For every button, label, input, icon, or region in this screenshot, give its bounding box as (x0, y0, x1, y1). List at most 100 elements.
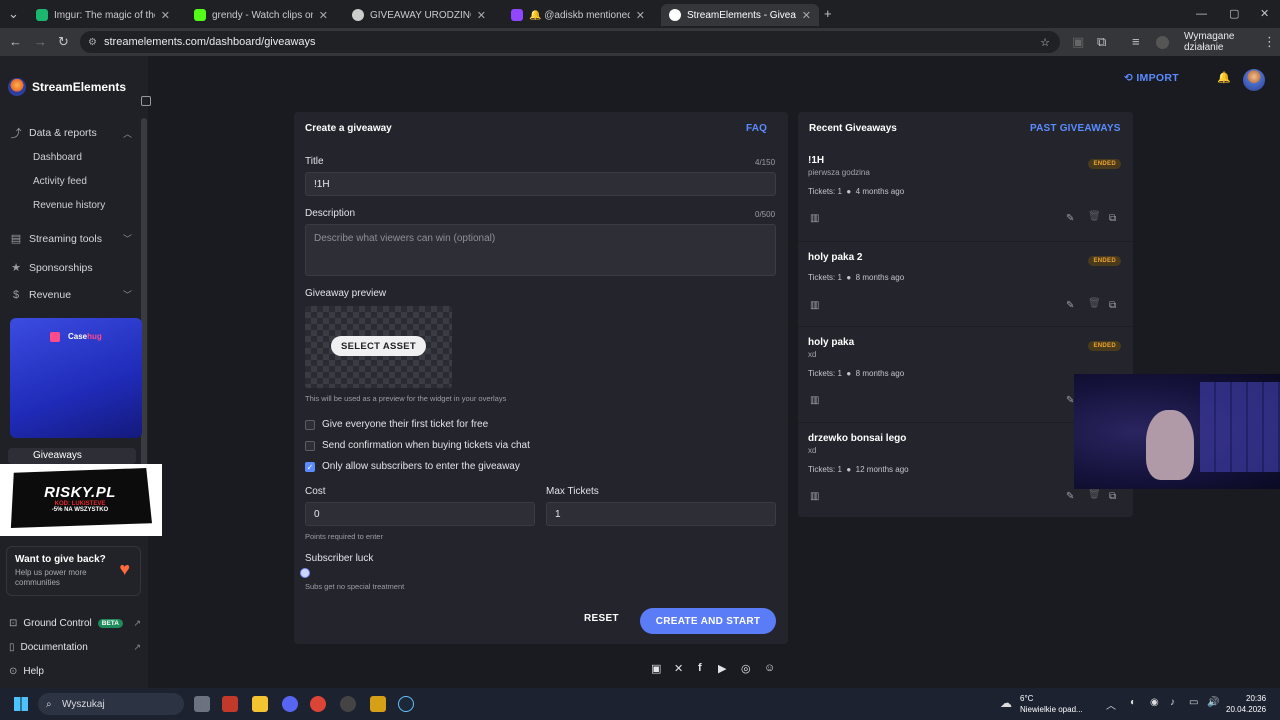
checkbox-unchecked-icon (305, 419, 315, 430)
close-icon[interactable]: ✕ (802, 9, 811, 22)
sidebar-item-revenue-history[interactable]: Revenue history (33, 200, 105, 211)
task-view-icon[interactable] (194, 696, 210, 712)
duplicate-icon[interactable]: ⧉ (1109, 300, 1116, 311)
discord-icon[interactable]: ☺ (764, 662, 775, 674)
faq-link[interactable]: FAQ (746, 123, 767, 134)
trash-icon[interactable]: 🗑 (1088, 211, 1101, 222)
reload-icon[interactable]: ↻ (58, 34, 69, 50)
stats-chart-icon[interactable]: ▥ (810, 300, 819, 311)
avatar[interactable] (1243, 69, 1265, 91)
taskbar-clock[interactable]: 20:36 20.04.2026 (1226, 693, 1266, 715)
reading-list-icon[interactable]: ≡ (1132, 34, 1140, 50)
list-item: holy paka 2 ENDED Tickets: 1 ● 8 months … (798, 241, 1133, 327)
forward-icon[interactable]: → (34, 34, 47, 50)
close-icon[interactable]: ✕ (477, 9, 486, 22)
twitch-icon[interactable]: ▣ (651, 662, 661, 675)
close-icon[interactable]: ✕ (319, 9, 328, 22)
sidebar-item-documentation[interactable]: ▯ Documentation ↗ (9, 642, 141, 653)
cost-input[interactable]: 0 (305, 502, 535, 526)
windows-start-icon[interactable] (14, 697, 28, 711)
sidebar-item-ground-control[interactable]: ⊡ Ground Control BETA ↗ (9, 618, 141, 629)
instagram-icon[interactable]: ◎ (741, 662, 751, 675)
steam-tray-icon[interactable]: ◉ (1150, 697, 1159, 708)
sidebar-item-giveaways[interactable]: Giveaways (8, 448, 136, 464)
brand-logo[interactable]: StreamElements (8, 78, 126, 96)
sidebar-item-sponsorships[interactable]: ★ Sponsorships (10, 261, 132, 275)
free-first-ticket-checkbox[interactable]: Give everyone their first ticket for fre… (305, 419, 488, 430)
new-tab-button[interactable]: + (824, 6, 832, 22)
tab-twitch-mention[interactable]: 🔔 @adiskb mentioned you ✕ (503, 4, 653, 26)
weather-widget[interactable]: 6°C Niewielkie opad... (1020, 693, 1083, 715)
stats-chart-icon[interactable]: ▥ (810, 213, 819, 224)
app-icon[interactable] (222, 696, 238, 712)
network-icon[interactable]: ▭ (1189, 697, 1198, 708)
sidebar-item-help[interactable]: ⊙ Help (9, 666, 141, 677)
window-close-icon[interactable]: ✕ (1260, 6, 1269, 22)
stats-chart-icon[interactable]: ▥ (810, 491, 819, 502)
sidebar-item-streaming-tools[interactable]: ▤ Streaming tools ﹀ (10, 232, 132, 246)
sidebar-item-dashboard[interactable]: Dashboard (33, 152, 82, 163)
close-icon[interactable]: ✕ (636, 9, 645, 22)
tab-imgur[interactable]: Imgur: The magic of the Interne ✕ (28, 4, 178, 26)
max-tickets-input[interactable]: 1 (546, 502, 776, 526)
maximize-icon[interactable]: ▢ (1229, 6, 1239, 22)
taskbar-search[interactable]: ⌕ Wyszukaj (38, 693, 184, 715)
notification-bell-icon[interactable]: 🔔 (1217, 71, 1231, 84)
select-asset-button[interactable]: SELECT ASSET (331, 336, 426, 356)
sidebar-collapse-icon[interactable] (141, 96, 151, 106)
mic-icon[interactable]: ♪ (1170, 697, 1175, 708)
address-bar[interactable]: ⚙ streamelements.com/dashboard/giveaways… (80, 31, 1060, 53)
sidebar-item-data-reports[interactable]: ⤴ Data & reports ︿ (10, 125, 133, 141)
past-giveaways-link[interactable]: PAST GIVEAWAYS (1030, 123, 1121, 134)
tab-kick[interactable]: grendy - Watch clips on Kick ✕ (186, 4, 336, 26)
preview-hint: This will be used as a preview for the w… (305, 394, 507, 403)
tab-giveaway-urodzinowy[interactable]: GIVEAWAY URODZINOWY ✕ (344, 4, 494, 26)
steam-icon[interactable] (398, 696, 414, 712)
duplicate-icon[interactable]: ⧉ (1109, 213, 1116, 224)
subscriber-luck-slider[interactable] (300, 568, 310, 578)
edit-pencil-icon[interactable]: ✎ (1066, 213, 1074, 224)
give-back-card[interactable]: Want to give back? Help us power more co… (6, 546, 141, 596)
reset-button[interactable]: RESET (584, 613, 619, 624)
description-label: Description (305, 208, 356, 219)
site-info-icon[interactable]: ⚙ (88, 37, 97, 48)
description-textarea[interactable]: Describe what viewers can win (optional) (305, 224, 776, 276)
x-twitter-icon[interactable]: ✕ (674, 662, 683, 675)
tray-chevron-icon[interactable]: ︿ (1106, 697, 1116, 712)
close-icon[interactable]: ✕ (161, 9, 170, 22)
os-taskbar: ⌕ Wyszukaj ☁ 6°C Niewielkie opad... ︿ ◐ … (0, 688, 1280, 720)
import-button[interactable]: ⟲ IMPORT (1124, 72, 1179, 84)
chat-confirmation-checkbox[interactable]: Send confirmation when buying tickets vi… (305, 440, 530, 451)
extension-icon[interactable]: ▣ (1072, 34, 1084, 50)
facebook-icon[interactable]: f (698, 662, 702, 674)
tray-app-icon[interactable]: ◐ (1130, 697, 1136, 708)
minimize-icon[interactable]: — (1196, 6, 1207, 22)
edit-pencil-icon[interactable]: ✎ (1066, 300, 1074, 311)
extensions-puzzle-icon[interactable]: ⧉ (1097, 34, 1106, 50)
title-input[interactable]: !1H (305, 172, 776, 196)
casehug-promo-banner[interactable]: Casehug (10, 318, 142, 438)
obs-icon[interactable] (340, 696, 356, 712)
edit-pencil-icon[interactable]: ✎ (1066, 491, 1074, 502)
duplicate-icon[interactable]: ⧉ (1109, 491, 1116, 502)
file-explorer-icon[interactable] (252, 696, 268, 712)
bookmark-star-icon[interactable]: ☆ (1040, 36, 1050, 49)
app-icon[interactable] (370, 696, 386, 712)
discord-taskbar-icon[interactable] (282, 696, 298, 712)
youtube-icon[interactable]: ▶ (718, 662, 726, 675)
trash-icon[interactable]: 🗑 (1088, 298, 1101, 309)
stats-chart-icon[interactable]: ▥ (810, 395, 819, 406)
back-icon[interactable]: ← (9, 34, 22, 50)
sidebar-item-activity-feed[interactable]: Activity feed (33, 176, 87, 187)
streamelements-logo-icon (8, 78, 26, 96)
profile-avatar-icon[interactable] (1156, 36, 1169, 49)
tab-search-icon[interactable]: ⌄ (8, 6, 19, 22)
volume-icon[interactable]: 🔊 (1207, 697, 1219, 708)
trash-icon[interactable]: 🗑 (1088, 489, 1101, 500)
subscribers-only-checkbox[interactable]: ✓ Only allow subscribers to enter the gi… (305, 461, 520, 472)
tab-streamelements[interactable]: StreamElements - Giveaways ✕ (661, 4, 819, 26)
sidebar-item-revenue[interactable]: $ Revenue ﹀ (10, 288, 132, 301)
chrome-icon[interactable] (310, 696, 326, 712)
menu-kebab-icon[interactable]: ⋮ (1263, 34, 1276, 50)
create-and-start-button[interactable]: CREATE AND START (640, 608, 776, 634)
